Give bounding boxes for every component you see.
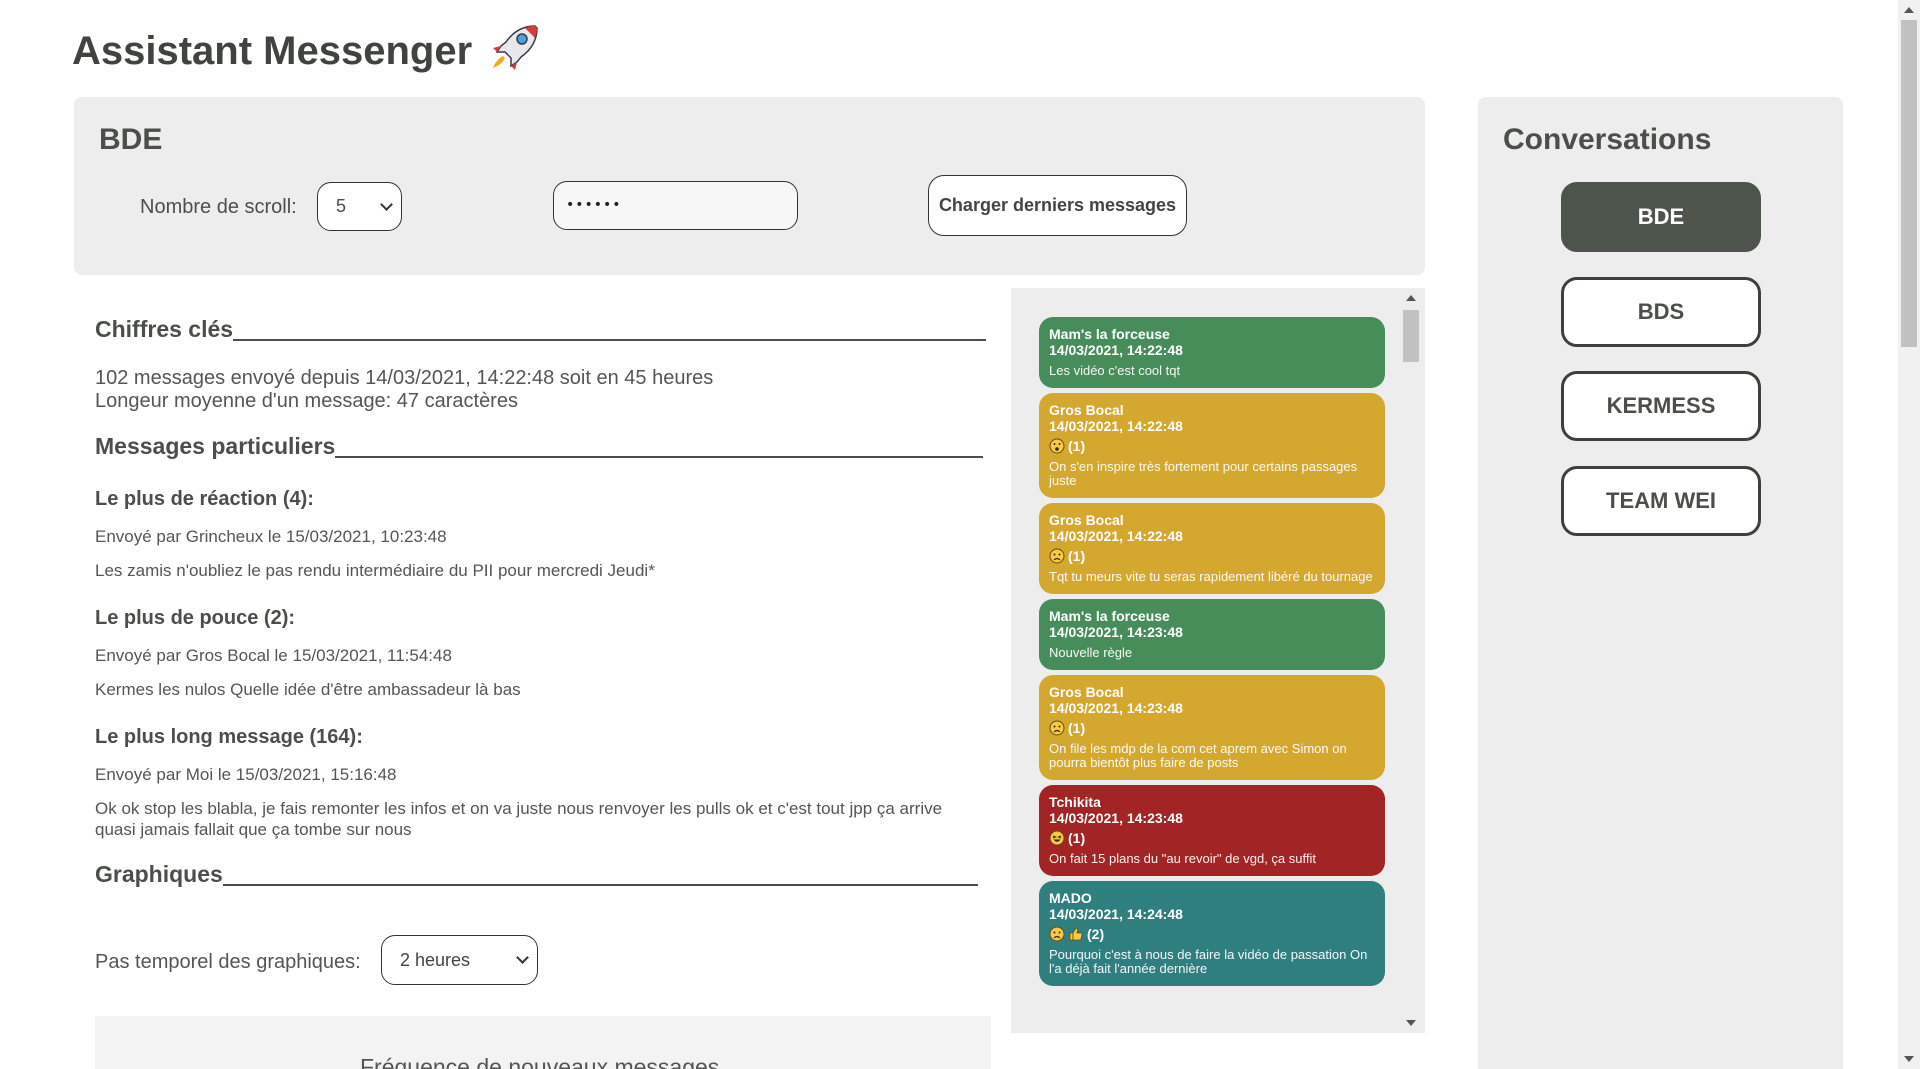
most-thumbs-heading: Le plus de pouce (2): [95,607,296,629]
scrollbar-thumb[interactable] [1403,310,1419,362]
page-scroll-down-icon[interactable] [1904,1056,1914,1062]
message-author: Mam's la forceuse [1049,326,1170,342]
messages-panel: Mam's la forceuse 14/03/2021, 14:22:48 Les… [1011,288,1425,1033]
message-card: MADO 14/03/2021, 14:24:48 (2) Pourquoi c'es… [1039,881,1385,986]
scroll-up-arrow-icon[interactable] [1406,295,1416,301]
average-length-line: Longeur moyenne d'un message: 47 caractè… [95,390,518,412]
most-reactions-text: Les zamis n'oubliez le pas rendu intermé… [95,561,655,580]
most-thumbs-sender: Envoyé par Gros Bocal le 15/03/2021, 11:… [95,646,452,665]
conversation-button-bde[interactable]: BDE [1561,182,1761,252]
scroll-count-value: 5 [336,196,347,216]
time-step-value: 2 heures [400,950,471,970]
reaction-count: (1) [1068,438,1086,454]
message-author: Tchikita [1049,794,1101,810]
key-figures-heading: Chiffres clés [95,316,987,343]
most-reactions-sender: Envoyé par Grincheux le 15/03/2021, 10:2… [95,527,447,546]
scroll-count-select[interactable]: 5 [317,182,402,231]
chevron-down-icon [516,951,529,964]
reaction-count: (2) [1087,926,1105,942]
message-reactions: (1) [1049,829,1375,847]
page-scrollbar-thumb[interactable] [1901,20,1917,347]
message-text: Tqt tu meurs vite tu seras rapidement li… [1049,569,1373,584]
message-timestamp: 14/03/2021, 14:23:48 [1049,700,1183,716]
app-title-text: Assistant Messenger [72,29,473,73]
longest-message-text: Ok ok stop les blabla, je fais remonter … [95,799,943,839]
message-author: Gros Bocal [1049,684,1124,700]
conversations-title: Conversations [1503,123,1712,156]
message-text: Pourquoi c'est à nous de faire la vidéo … [1049,947,1368,976]
message-reactions: (1) [1049,547,1375,565]
special-messages-heading: Messages particuliers [95,433,984,460]
message-timestamp: 14/03/2021, 14:22:48 [1049,342,1183,358]
longest-message-sender: Envoyé par Moi le 15/03/2021, 15:16:48 [95,765,397,784]
message-author: Mam's la forceuse [1049,608,1170,624]
password-input[interactable]: •••••• [553,181,798,230]
time-step-select[interactable]: 2 heures [381,935,538,985]
message-card: Mam's la forceuse 14/03/2021, 14:22:48 Les… [1039,317,1385,388]
sad-emoji-icon [1049,926,1065,942]
most-reactions-heading: Le plus de réaction (4): [95,488,314,510]
time-step-label: Pas temporel des graphiques: [95,951,361,973]
conversation-button-bds[interactable]: BDS [1561,277,1761,347]
message-card: Gros Bocal 14/03/2021, 14:22:48 (1) Tqt tu … [1039,503,1385,594]
reaction-count: (1) [1068,548,1086,564]
page-scroll-up-icon[interactable] [1904,7,1914,13]
conversation-button-kermess[interactable]: KERMESS [1561,371,1761,441]
message-card: Mam's la forceuse 14/03/2021, 14:23:48 Nou… [1039,599,1385,670]
scroll-count-label: Nombre de scroll: [140,196,297,218]
sad-emoji-icon [1049,548,1065,564]
message-timestamp: 14/03/2021, 14:22:48 [1049,528,1183,544]
page-scrollbar[interactable] [1898,0,1920,1069]
message-card: Tchikita 14/03/2021, 14:23:48 (1) On fait 1… [1039,785,1385,876]
reaction-count: (1) [1068,720,1086,736]
message-list[interactable]: Mam's la forceuse 14/03/2021, 14:22:48 Les… [1039,317,1386,1033]
message-timestamp: 14/03/2021, 14:23:48 [1049,810,1183,826]
chevron-down-icon [380,198,393,211]
scroll-down-arrow-icon[interactable] [1406,1020,1416,1026]
sad-emoji-icon [1049,720,1065,736]
message-timestamp: 14/03/2021, 14:24:48 [1049,906,1183,922]
graph-title: Fréquence de nouveaux messages [360,1054,720,1069]
message-author: Gros Bocal [1049,512,1124,528]
message-reactions: (1) [1049,719,1375,737]
surprised-emoji-icon [1049,438,1065,454]
message-author: MADO [1049,890,1092,906]
message-reactions: (1) [1049,437,1375,455]
conversation-controls-panel: BDE Nombre de scroll: 5 •••••• Charger d… [74,97,1425,275]
message-text: Les vidéo c'est cool tqt [1049,363,1181,378]
longest-message-heading: Le plus long message (164): [95,726,363,748]
message-author: Gros Bocal [1049,402,1124,418]
rocket-icon [493,25,539,70]
message-text: On file les mdp de la com cet aprem avec… [1049,741,1347,770]
app-title: Assistant Messenger [72,22,541,74]
message-text: Nouvelle règle [1049,645,1133,660]
conversation-button-team-wei[interactable]: TEAM WEI [1561,466,1761,536]
conversations-panel: Conversations BDE BDS KERMESS TEAM WEI [1478,97,1843,1069]
messages-scrollbar[interactable] [1400,288,1422,1033]
message-timestamp: 14/03/2021, 14:22:48 [1049,418,1183,434]
message-reactions: (2) [1049,925,1375,943]
laughing-emoji-icon [1049,830,1065,846]
reaction-count: (1) [1068,830,1086,846]
message-text: On s'en inspire très fortement pour cert… [1049,459,1358,488]
message-text: On fait 15 plans du "au revoir" de vgd, … [1049,851,1316,866]
most-thumbs-text: Kermes les nulos Quelle idée d'être amba… [95,680,521,699]
conversation-title: BDE [99,123,163,156]
load-last-messages-button[interactable]: Charger derniers messages [928,175,1187,236]
thumbs-up-icon [1068,926,1084,942]
message-card: Gros Bocal 14/03/2021, 14:22:48 (1) On s'en… [1039,393,1385,498]
graphs-heading: Graphiques [95,861,978,888]
messages-count-line: 102 messages envoyé depuis 14/03/2021, 1… [95,367,714,389]
message-timestamp: 14/03/2021, 14:23:48 [1049,624,1183,640]
message-card: Gros Bocal 14/03/2021, 14:23:48 (1) On file… [1039,675,1385,780]
